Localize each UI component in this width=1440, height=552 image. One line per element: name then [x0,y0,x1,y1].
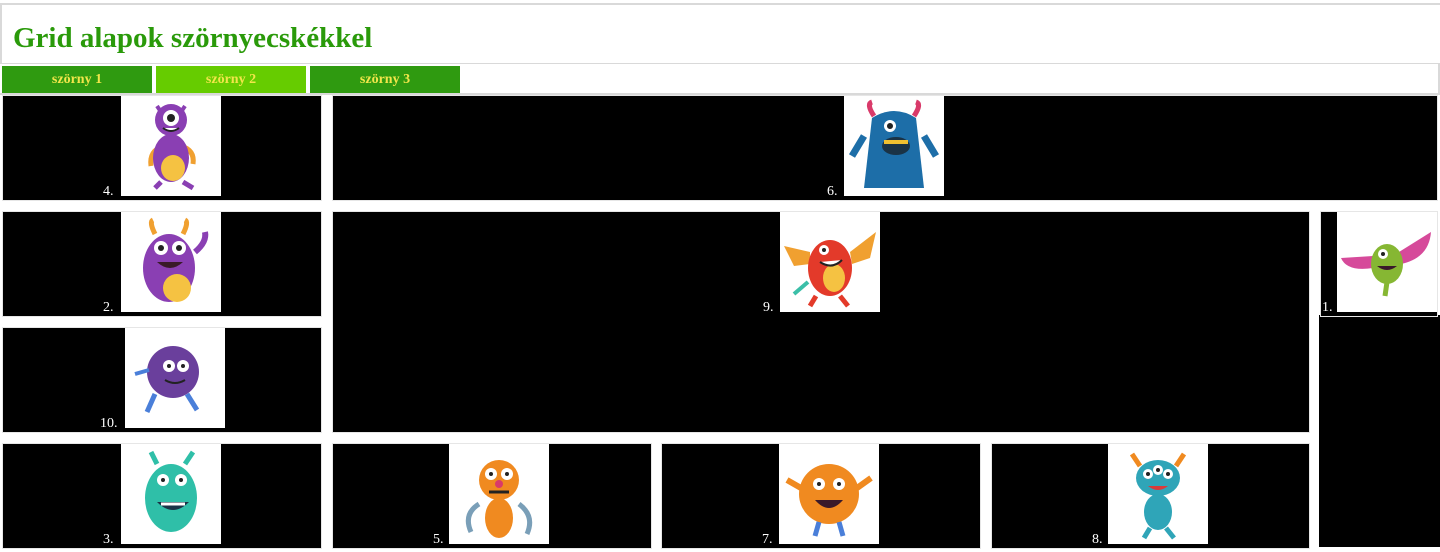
grid-cell-1: 1. [1320,211,1438,317]
grid-background-column [1319,315,1440,547]
cell-number: 2. [103,300,114,315]
cell-number: 3. [103,532,114,547]
purple-fuzzy-monster-image [125,328,225,428]
grid-cell-4: 4. [2,95,322,201]
monster-nav: szörny 1 szörny 2 szörny 3 [0,64,1440,95]
purple-one-eyed-monster-image [121,96,221,196]
cell-number: 10. [100,416,118,431]
red-winged-dragon-monster-image [780,212,880,312]
teal-three-eyed-monster-image [1108,444,1208,544]
tab-szorny-3[interactable]: szörny 3 [310,66,460,93]
cell-number: 7. [762,532,773,547]
cell-number: 6. [827,184,838,199]
green-bat-winged-monster-image [1337,212,1437,312]
orange-furry-monster-image [779,444,879,544]
blue-furry-horned-monster-image [844,96,944,196]
tab-szorny-2[interactable]: szörny 2 [156,66,306,93]
cell-number: 8. [1092,532,1103,547]
grid-cell-3: 3. [2,443,322,549]
cell-number: 5. [433,532,444,547]
grid-cell-7: 7. [661,443,981,549]
page-header: Grid alapok szörnyecskékkel [0,3,1440,65]
grid-cell-10: 10. [2,327,322,433]
page-title: Grid alapok szörnyecskékkel [13,22,373,54]
orange-tentacle-monster-image [449,444,549,544]
grid-cell-5: 5. [332,443,652,549]
cell-number: 9. [763,300,774,315]
cell-number: 1. [1322,300,1333,315]
grid-cell-8: 8. [991,443,1310,549]
monster-grid: 4. 6. 2. 9. 1. 10. 3. 5. 7. 8. [0,95,1440,552]
grid-cell-6: 6. [332,95,1438,201]
grid-cell-2: 2. [2,211,322,317]
cell-number: 4. [103,184,114,199]
teal-horned-monster-image [121,444,221,544]
tab-szorny-1[interactable]: szörny 1 [2,66,152,93]
purple-horned-monster-image [121,212,221,312]
grid-cell-9: 9. [332,211,1310,433]
